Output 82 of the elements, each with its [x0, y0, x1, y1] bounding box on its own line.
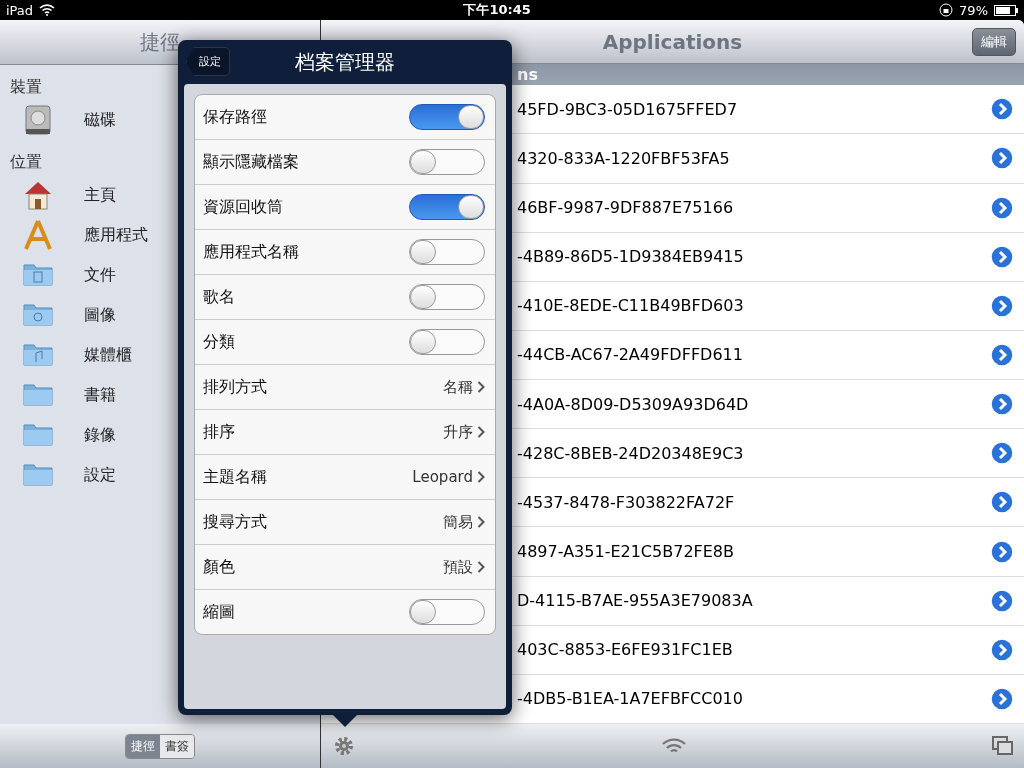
toggle-switch[interactable] — [409, 599, 485, 625]
setting-label: 排列方式 — [203, 376, 268, 398]
setting-label: 顏色 — [203, 556, 236, 578]
list-item[interactable]: -4A0A-8D09-D5309A93D64D — [517, 394, 990, 414]
list-item[interactable]: -410E-8EDE-C11B49BFD603 — [517, 296, 990, 316]
sidebar-item[interactable]: 設定 — [84, 464, 116, 486]
list-item[interactable]: 45FD-9BC3-05D1675FFED7 — [517, 99, 990, 119]
disclosure-button-icon[interactable] — [990, 244, 1014, 269]
clock-time: 下午10:45 — [462, 1, 532, 19]
disclosure-button-icon[interactable] — [990, 588, 1014, 613]
list-item[interactable]: 4320-833A-1220FBF53FA5 — [517, 148, 990, 168]
list-item[interactable]: -44CB-AC67-2A49FDFFD611 — [517, 345, 990, 365]
setting-value: 簡易 — [443, 512, 473, 532]
disclosure-button-icon[interactable] — [990, 293, 1014, 318]
setting-value: 預設 — [443, 557, 473, 577]
toggle-switch[interactable] — [409, 149, 485, 175]
segment-tab[interactable]: 書簽 — [160, 734, 194, 758]
list-item[interactable]: -4B89-86D5-1D9384EB9415 — [517, 247, 990, 267]
windows-icon[interactable] — [992, 736, 1014, 756]
sidebar-title: 捷徑 — [140, 28, 180, 56]
sidebar-item[interactable]: 圖像 — [84, 304, 116, 326]
disclosure-button-icon[interactable] — [990, 97, 1014, 122]
setting-label: 資源回收筒 — [203, 196, 284, 218]
sidebar-item[interactable]: 媒體櫃 — [84, 344, 132, 366]
setting-label: 縮圖 — [203, 601, 236, 623]
setting-value: 名稱 — [443, 377, 473, 397]
chevron-icon — [477, 381, 485, 393]
list-item[interactable]: -428C-8BEB-24D20348E9C3 — [517, 443, 990, 463]
wifi-icon — [39, 4, 56, 16]
list-item[interactable]: 403C-8853-E6FE931FC1EB — [517, 640, 990, 660]
chevron-icon — [477, 471, 485, 483]
disclosure-button-icon[interactable] — [990, 539, 1014, 564]
list-item[interactable]: -4DB5-B1EA-1A7EFBFCC010 — [517, 689, 990, 709]
list-item[interactable]: 4897-A351-E21C5B72FE8B — [517, 542, 990, 562]
setting-label: 分類 — [203, 331, 236, 353]
sidebar-item[interactable]: 磁碟 — [84, 109, 116, 131]
toggle-switch[interactable] — [409, 104, 485, 130]
list-item[interactable]: -4537-8478-F303822FA72F — [517, 492, 990, 512]
setting-label: 搜尋方式 — [203, 511, 268, 533]
disclosure-button-icon[interactable] — [990, 343, 1014, 367]
setting-label: 應用程式名稱 — [203, 241, 300, 263]
chevron-icon — [477, 516, 485, 528]
setting-label: 保存路徑 — [203, 106, 268, 128]
hard-drive-icon — [22, 104, 54, 136]
toggle-switch[interactable] — [409, 239, 485, 265]
battery-percent: 79% — [959, 2, 988, 18]
disclosure-button-icon[interactable] — [990, 392, 1014, 417]
setting-value: 升序 — [443, 422, 473, 442]
edit-button[interactable]: 編輯 — [972, 28, 1016, 56]
disclosure-button-icon[interactable] — [990, 441, 1014, 466]
rotation-lock-icon — [939, 3, 954, 17]
segment-tab[interactable]: 捷徑 — [126, 734, 160, 758]
settings-icon[interactable] — [333, 735, 355, 757]
list-item[interactable]: 46BF-9987-9DF887E75166 — [517, 198, 990, 218]
sidebar-item[interactable]: 錄像 — [84, 424, 116, 446]
setting-label: 主題名稱 — [203, 466, 268, 488]
disclosure-button-icon[interactable] — [990, 195, 1014, 220]
setting-value: Leopard — [412, 468, 473, 486]
toggle-switch[interactable] — [409, 284, 485, 310]
view-title: Applications — [602, 29, 743, 54]
disclosure-button-icon[interactable] — [990, 686, 1014, 711]
disclosure-button-icon[interactable] — [990, 146, 1014, 171]
disclosure-button-icon[interactable] — [990, 637, 1014, 662]
sidebar-item[interactable]: 應用程式 — [84, 224, 148, 246]
wifi-icon[interactable] — [660, 737, 687, 755]
device-name: iPad — [6, 2, 34, 18]
toggle-switch[interactable] — [409, 329, 485, 355]
disclosure-button-icon[interactable] — [990, 490, 1014, 515]
list-item[interactable]: D-4115-B7AE-955A3E79083A — [517, 591, 990, 611]
setting-label: 排序 — [203, 421, 236, 443]
section-header: 位置 — [10, 152, 42, 173]
chevron-icon — [477, 426, 485, 438]
setting-label: 顯示隱藏檔案 — [203, 151, 300, 173]
back-button[interactable]: 設定 — [186, 47, 230, 76]
sidebar-item[interactable]: 文件 — [84, 264, 116, 286]
setting-label: 歌名 — [203, 286, 236, 308]
sidebar-item[interactable]: 書籍 — [84, 384, 116, 406]
toggle-switch[interactable] — [409, 194, 485, 220]
battery-icon — [994, 4, 1018, 16]
section-header: 裝置 — [10, 77, 42, 98]
sidebar-item[interactable]: 主頁 — [84, 184, 116, 206]
chevron-icon — [477, 561, 485, 573]
